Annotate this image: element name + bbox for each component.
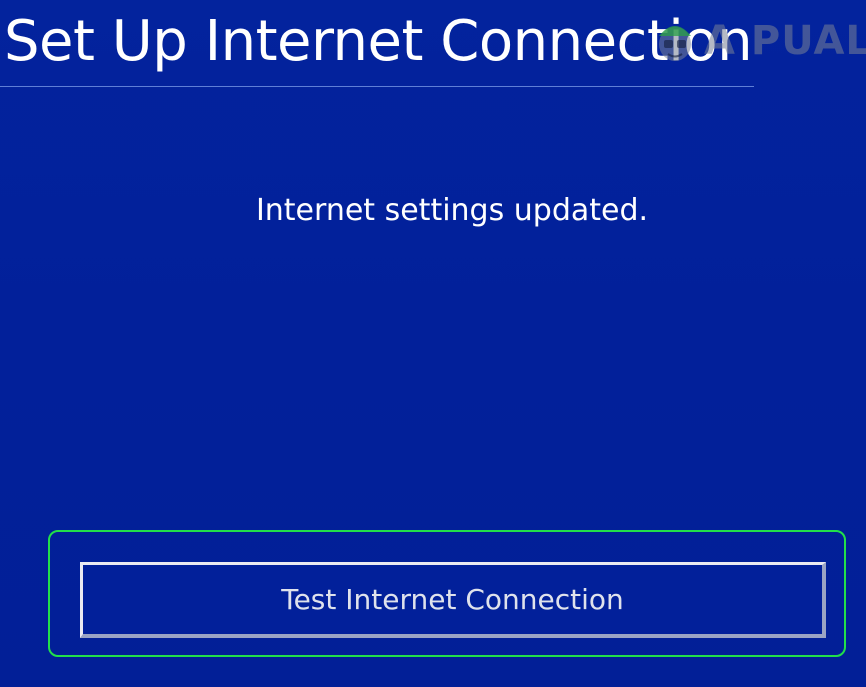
- screen: Set Up Internet Connection A PUALS Inter…: [0, 0, 866, 687]
- status-message: Internet settings updated.: [255, 193, 649, 228]
- appuals-mascot-icon: [659, 26, 691, 61]
- page-title: Set Up Internet Connection: [4, 9, 753, 74]
- header-divider: [0, 86, 754, 87]
- watermark: A PUALS: [648, 4, 866, 78]
- test-internet-connection-button[interactable]: Test Internet Connection: [80, 562, 826, 638]
- watermark-text: A PUALS: [704, 18, 866, 64]
